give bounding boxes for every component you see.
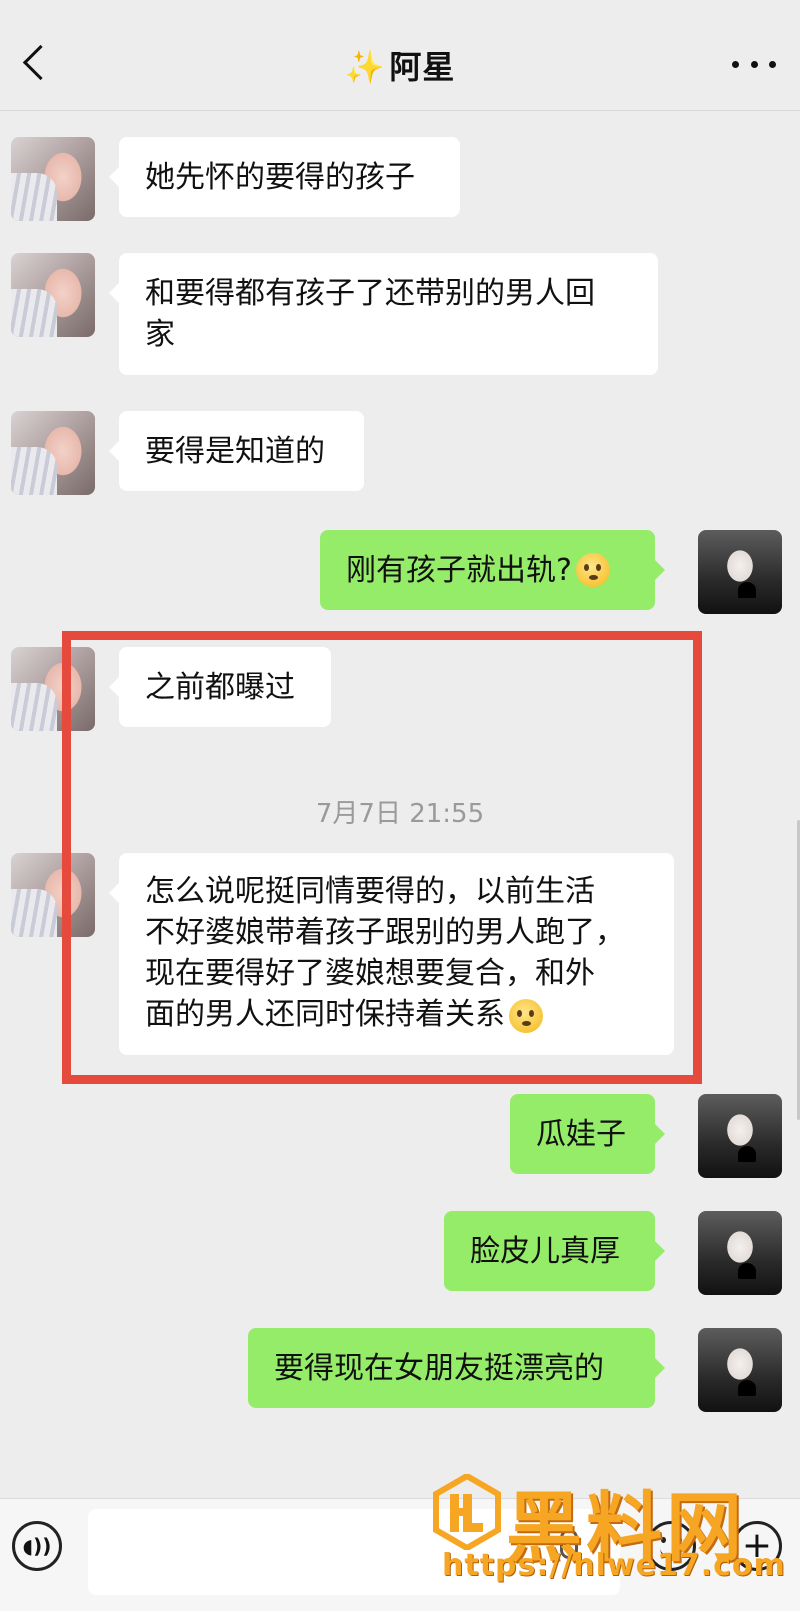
message-bubble-received[interactable]: 要得是知道的: [109, 411, 364, 491]
message-text: 刚有孩子就出轨?: [346, 552, 572, 588]
pleading-face-icon: [575, 553, 610, 587]
contact-avatar[interactable]: [11, 137, 95, 221]
chat-title: ✨ 阿星: [0, 42, 800, 88]
message-text: 要得现在女朋友挺漂亮的: [274, 1350, 604, 1386]
message-text-line: 和要得都有孩子了还带别的男人回: [145, 276, 595, 311]
voice-input-button[interactable]: ◖)): [12, 1521, 62, 1571]
message-bubble-sent[interactable]: 刚有孩子就出轨?: [320, 530, 665, 610]
message-text: 脸皮儿真厚: [470, 1233, 620, 1269]
message-bubble-received[interactable]: 和要得都有孩子了还带别的男人回 家: [109, 253, 658, 375]
sparkles-icon: ✨: [344, 48, 386, 86]
contact-avatar[interactable]: [11, 253, 95, 337]
message-bubble-sent[interactable]: 瓜娃子: [510, 1094, 665, 1174]
more-options-button[interactable]: [732, 46, 776, 82]
highlight-annotation-box: [62, 631, 702, 1084]
chat-title-text: 阿星: [389, 48, 456, 86]
message-bubble-sent[interactable]: 要得现在女朋友挺漂亮的: [248, 1328, 665, 1408]
my-avatar[interactable]: [698, 1328, 782, 1412]
watermark-url: https://hlwe17.com: [442, 1548, 786, 1583]
more-dot-icon: [750, 60, 758, 68]
message-text: 瓜娃子: [536, 1116, 626, 1152]
my-avatar[interactable]: [698, 1094, 782, 1178]
message-text-line: 家: [145, 317, 175, 352]
message-text: 要得是知道的: [145, 433, 325, 469]
more-dot-icon: [732, 60, 739, 68]
message-bubble-sent[interactable]: 脸皮儿真厚: [444, 1211, 665, 1291]
chat-header: ✨ 阿星: [0, 0, 800, 111]
more-dot-icon: [769, 60, 776, 68]
hl-logo-icon: [433, 1474, 501, 1550]
contact-avatar[interactable]: [11, 411, 95, 495]
message-text: 她先怀的要得的孩子: [145, 159, 415, 195]
message-bubble-received[interactable]: 她先怀的要得的孩子: [109, 137, 460, 217]
voice-wave-icon: ◖)): [22, 1534, 52, 1558]
my-avatar[interactable]: [698, 1211, 782, 1295]
my-avatar[interactable]: [698, 530, 782, 614]
